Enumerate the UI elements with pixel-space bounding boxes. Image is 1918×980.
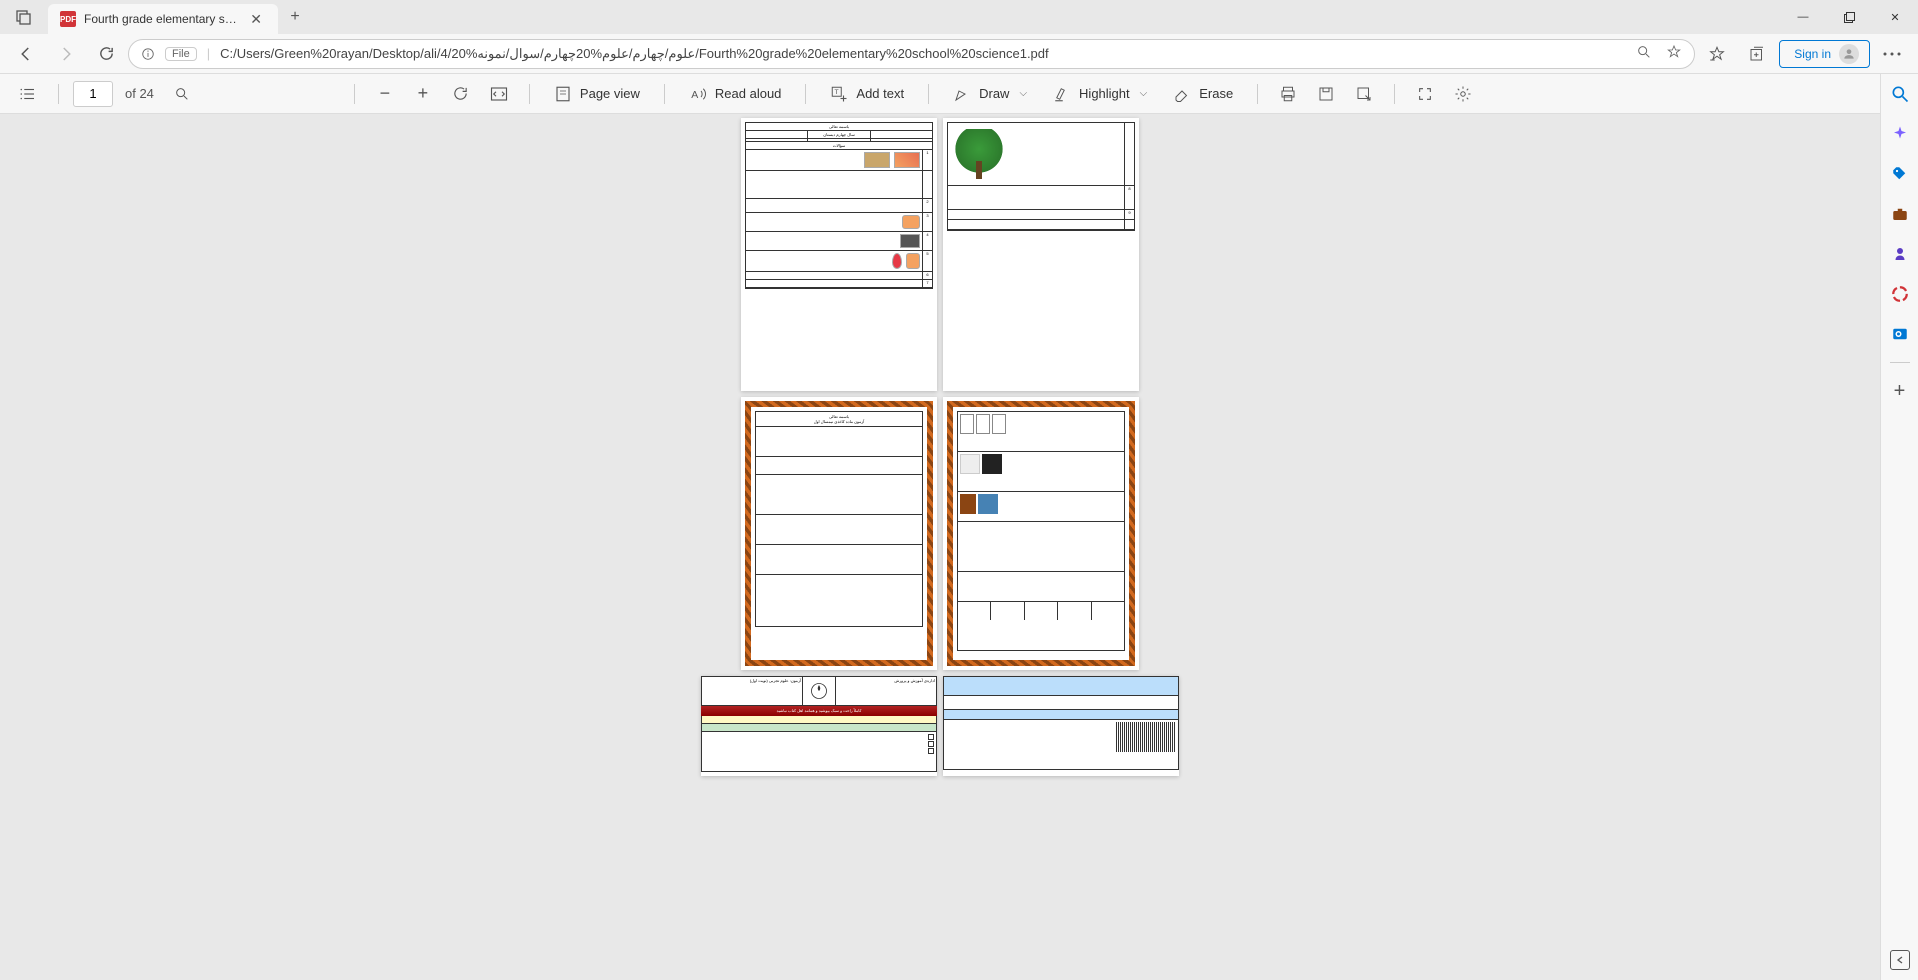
sidebar-search-icon[interactable] [1888, 82, 1912, 106]
sidebar-shopping-icon[interactable] [1888, 162, 1912, 186]
pdf-settings-button[interactable] [1447, 78, 1479, 110]
tab-close-button[interactable]: ✕ [246, 11, 266, 28]
page-view-button[interactable]: Page view [544, 78, 650, 110]
read-aloud-button[interactable]: A Read aloud [679, 78, 792, 110]
signin-label: Sign in [1794, 47, 1831, 61]
add-text-label: Add text [856, 86, 904, 101]
org-label: اداره‌ی آموزش و پرورش [835, 677, 936, 705]
edge-sidebar: + [1880, 74, 1918, 980]
svg-text:A: A [691, 88, 698, 100]
read-aloud-label: Read aloud [715, 86, 782, 101]
back-button[interactable] [8, 38, 44, 70]
instruction-banner: کاملاً راحت و سبک بپوشید و همانند اهل کت… [701, 706, 937, 716]
highlight-button[interactable]: Highlight ⌵ [1043, 78, 1157, 110]
new-tab-button[interactable]: + [278, 0, 312, 34]
collections-button[interactable] [1739, 38, 1775, 70]
page-header: باسمه تعالی [746, 123, 932, 130]
draw-button[interactable]: Draw ⌵ [943, 78, 1037, 110]
zoom-in-button[interactable]: + [407, 78, 439, 110]
sidebar-m365-icon[interactable] [1888, 282, 1912, 306]
address-bar[interactable]: File | C:/Users/Green%20rayan/Desktop/al… [128, 39, 1695, 69]
sidebar-outlook-icon[interactable] [1888, 322, 1912, 346]
highlight-label: Highlight [1079, 86, 1130, 101]
exam-name: آزمون: علوم تجربی (نوبت اول) [703, 678, 801, 683]
close-window-button[interactable]: ✕ [1872, 0, 1918, 34]
sidebar-discover-icon[interactable] [1888, 122, 1912, 146]
fullscreen-button[interactable] [1409, 78, 1441, 110]
erase-button[interactable]: Erase [1163, 78, 1243, 110]
favorites-button[interactable] [1699, 38, 1735, 70]
pdf-viewport[interactable]: باسمه تعالی سال چهارم دبستان سؤالات 1 2 … [0, 114, 1880, 980]
chevron-down-icon: ⌵ [1019, 88, 1027, 99]
separator: | [207, 46, 210, 61]
page-view-label: Page view [580, 86, 640, 101]
info-icon [141, 47, 155, 61]
tab-title: Fourth grade elementary school [84, 12, 238, 26]
signin-button[interactable]: Sign in [1779, 40, 1870, 68]
pdf-page-1[interactable]: باسمه تعالی سال چهارم دبستان سؤالات 1 2 … [741, 118, 937, 391]
favorite-icon[interactable] [1666, 44, 1682, 63]
grade-label: سال چهارم دبستان [807, 131, 869, 138]
sidebar-collapse-button[interactable] [1890, 950, 1910, 970]
pdf-page-6[interactable] [943, 676, 1179, 776]
file-badge: File [165, 47, 197, 61]
contents-button[interactable] [12, 78, 44, 110]
pdf-icon: PDF [60, 11, 76, 27]
zoom-icon[interactable] [1636, 44, 1652, 63]
erase-label: Erase [1199, 86, 1233, 101]
emblem-icon [803, 677, 835, 705]
sidebar-tools-icon[interactable] [1888, 202, 1912, 226]
exam-subtitle: آزمون ماده کاغذی نیمسال اول [758, 419, 920, 424]
pdf-page-3[interactable]: باسمه تعالی آزمون ماده کاغذی نیمسال اول [741, 397, 937, 670]
save-button[interactable] [1310, 78, 1342, 110]
save-as-button[interactable] [1348, 78, 1380, 110]
maximize-button[interactable] [1826, 0, 1872, 34]
pdf-page-2[interactable]: 8 9 [943, 118, 1139, 391]
url-text: C:/Users/Green%20rayan/Desktop/ali/4/علو… [220, 46, 1049, 62]
svg-text:T: T [835, 89, 839, 96]
zoom-out-button[interactable]: − [369, 78, 401, 110]
page-number-input[interactable] [73, 81, 113, 107]
avatar-icon [1839, 44, 1859, 64]
page-total-label: of 24 [125, 86, 154, 101]
draw-label: Draw [979, 86, 1009, 101]
pdf-page-5[interactable]: آزمون: علوم تجربی (نوبت اول) اداره‌ی آمو… [701, 676, 937, 776]
questions-label: سؤالات [746, 142, 932, 149]
browser-tab[interactable]: PDF Fourth grade elementary school ✕ [48, 4, 278, 34]
find-button[interactable] [166, 78, 198, 110]
tab-actions-button[interactable] [0, 0, 48, 34]
sidebar-add-icon[interactable]: + [1888, 379, 1912, 403]
sidebar-games-icon[interactable] [1888, 242, 1912, 266]
rotate-button[interactable] [445, 78, 477, 110]
pdf-page-4[interactable] [943, 397, 1139, 670]
print-button[interactable] [1272, 78, 1304, 110]
refresh-button[interactable] [88, 38, 124, 70]
forward-button [48, 38, 84, 70]
minimize-button[interactable]: — [1780, 0, 1826, 34]
add-text-button[interactable]: T Add text [820, 78, 914, 110]
menu-button[interactable] [1874, 38, 1910, 70]
chevron-down-icon: ⌵ [1140, 88, 1148, 99]
fit-page-button[interactable] [483, 78, 515, 110]
